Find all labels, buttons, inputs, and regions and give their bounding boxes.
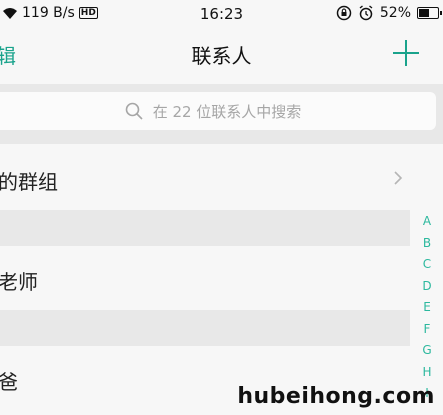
alarm-icon — [359, 5, 373, 21]
index-letter-d[interactable]: D — [419, 279, 435, 301]
status-right: 52% — [336, 5, 442, 21]
index-letter-b[interactable]: B — [419, 236, 435, 258]
index-letter-g[interactable]: G — [419, 343, 435, 365]
battery-percent: 52% — [379, 5, 411, 21]
contact-name: 老师 — [0, 270, 38, 294]
index-letter-a[interactable]: A — [419, 214, 435, 236]
page-title: 联系人 — [191, 44, 252, 68]
section-header — [0, 310, 410, 346]
groups-row[interactable]: 的群组 — [0, 146, 443, 210]
contact-name: 爸 — [0, 370, 18, 394]
alphabet-index[interactable]: A B C D E F G H I — [419, 214, 435, 408]
section-header — [0, 210, 410, 246]
search-icon — [125, 102, 143, 120]
index-letter-h[interactable]: H — [419, 365, 435, 387]
watermark: hubeihong.com — [237, 384, 435, 409]
index-letter-f[interactable]: F — [419, 322, 435, 344]
battery-icon — [417, 7, 442, 19]
search-placeholder: 在 22 位联系人中搜索 — [152, 102, 302, 121]
search-area: 在 22 位联系人中搜索 — [0, 84, 443, 144]
groups-label: 的群组 — [0, 170, 58, 194]
add-contact-button[interactable] — [393, 40, 419, 66]
contact-row[interactable]: 老师 — [0, 246, 410, 310]
index-letter-e[interactable]: E — [419, 300, 435, 322]
status-bar: 119 B/s HD 16:23 52% — [0, 0, 443, 28]
search-input[interactable]: 在 22 位联系人中搜索 — [0, 92, 436, 130]
index-letter-c[interactable]: C — [419, 257, 435, 279]
rotation-lock-icon — [336, 5, 352, 21]
chevron-right-icon — [394, 171, 403, 185]
nav-bar: 辑 联系人 — [0, 28, 443, 82]
